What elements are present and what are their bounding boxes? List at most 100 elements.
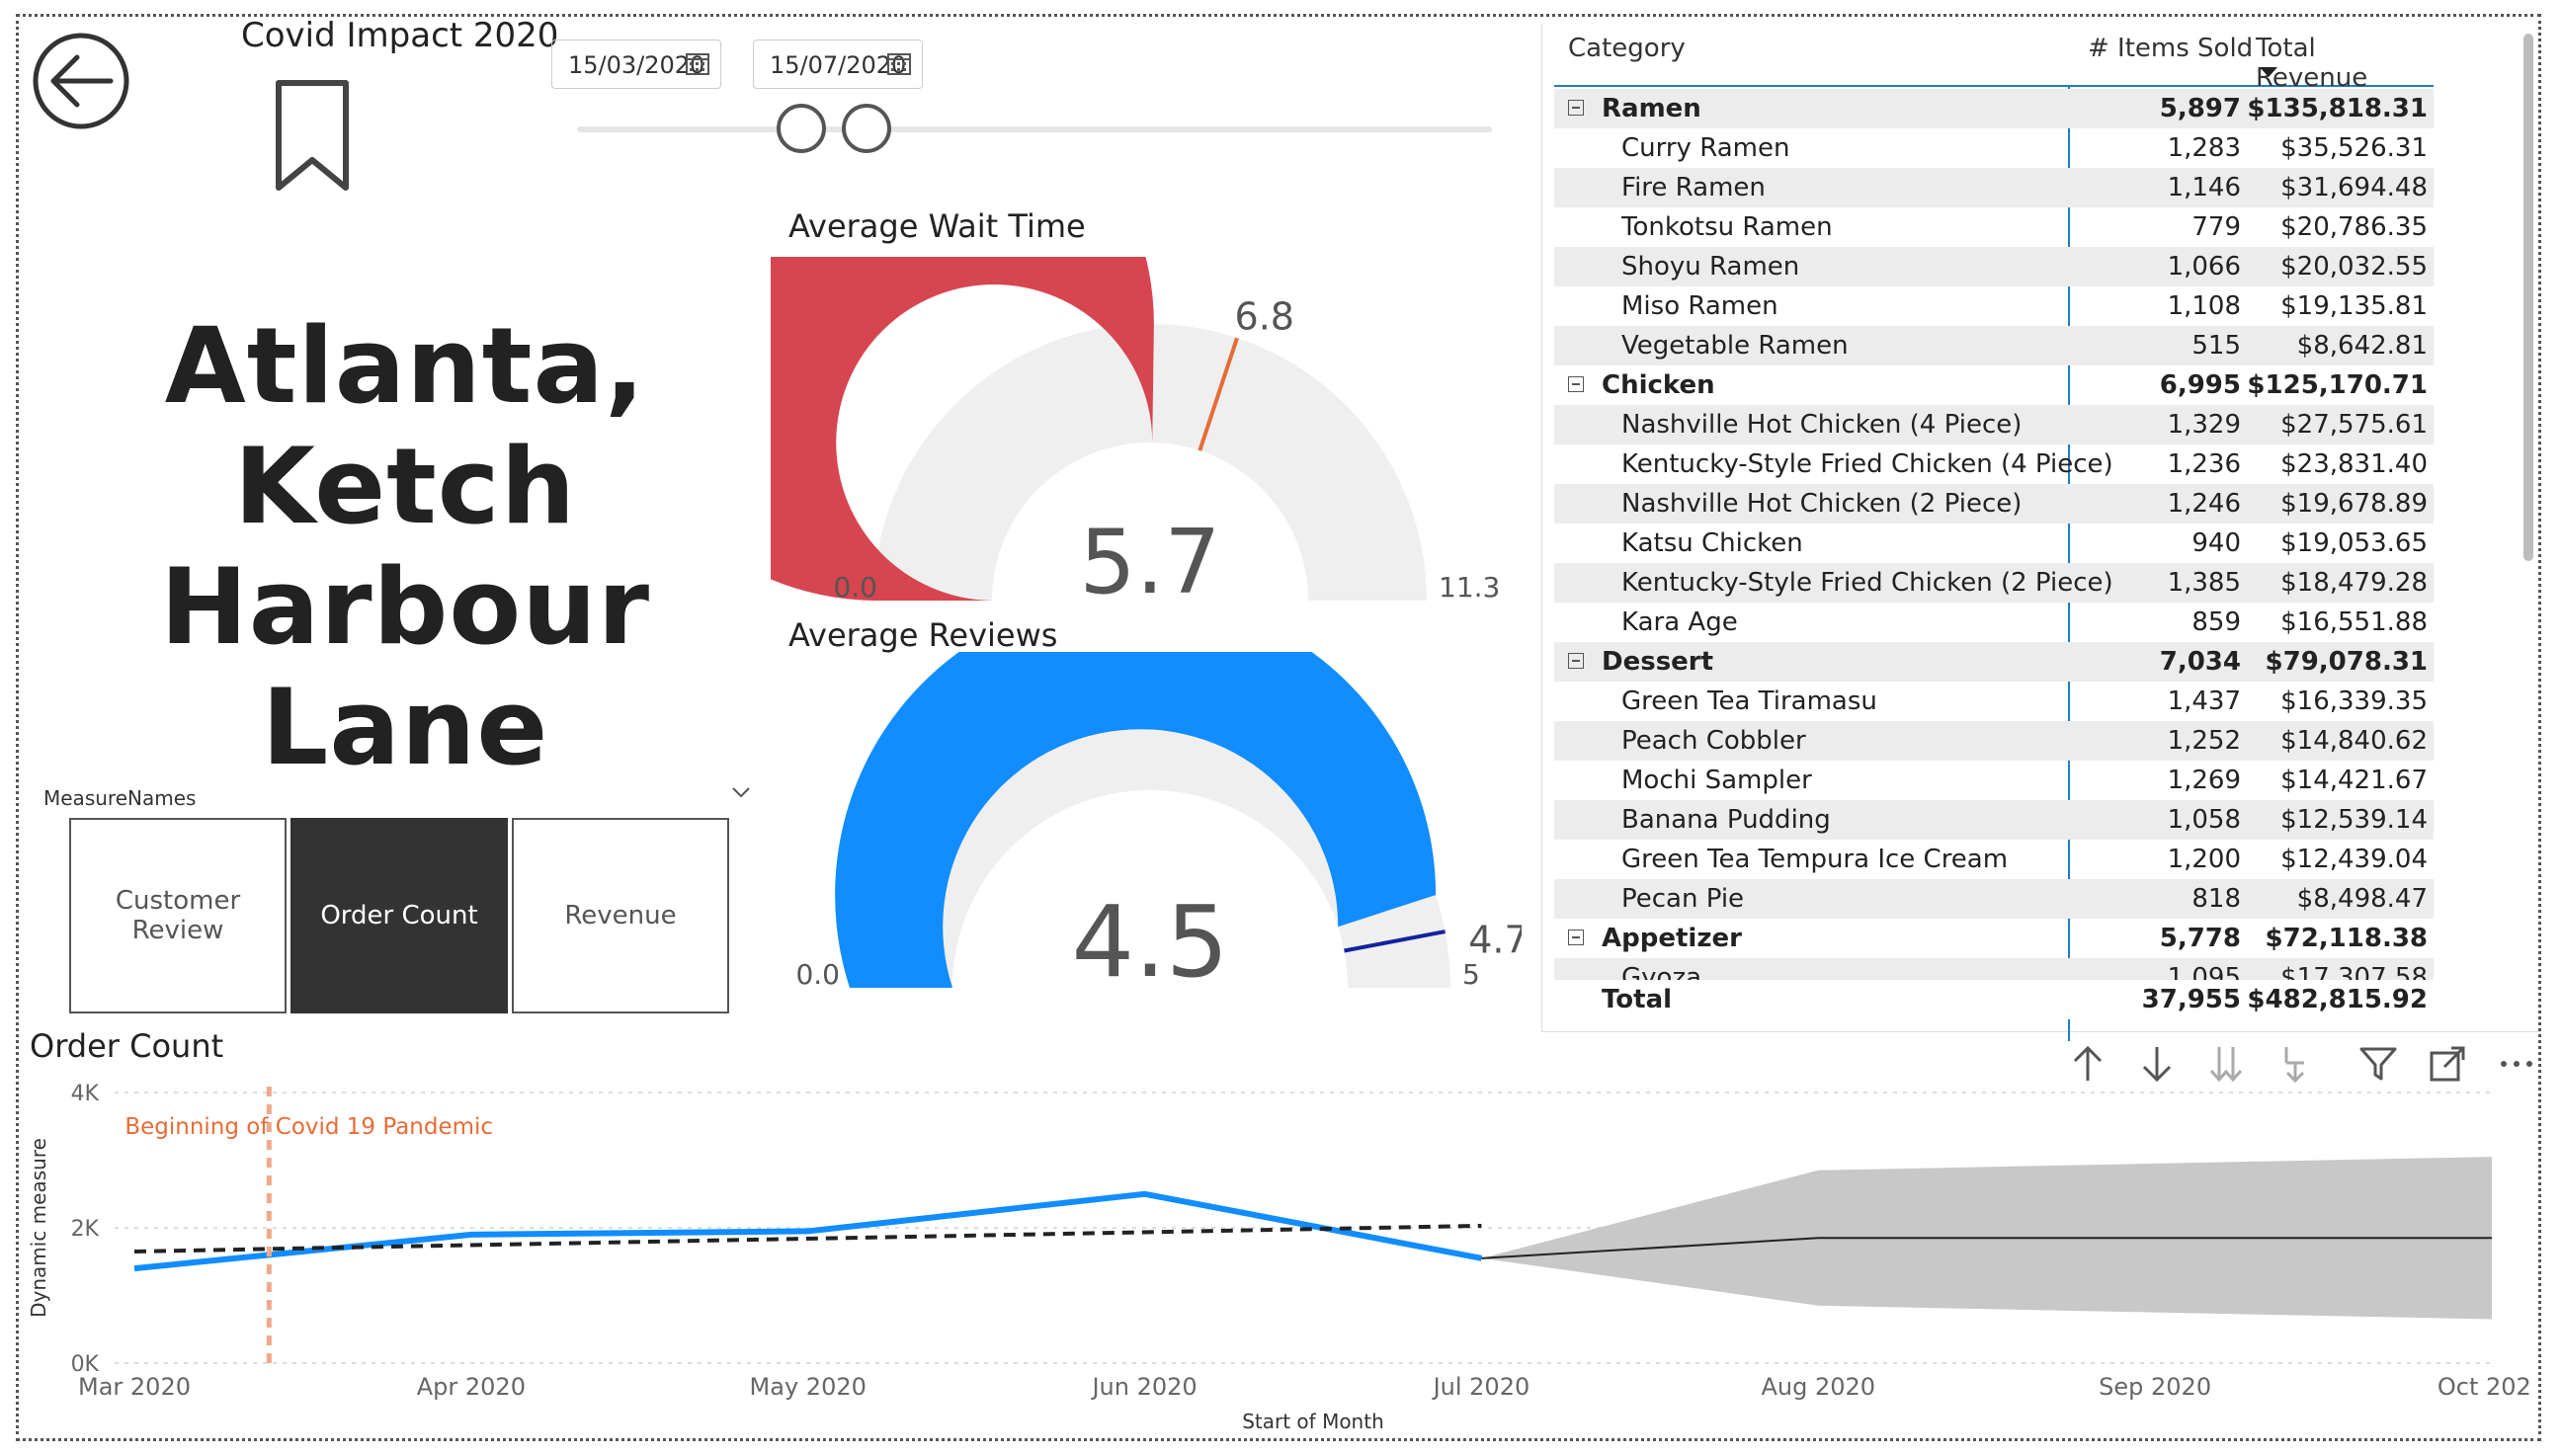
location-title: Atlanta, Ketch Harbour Lane — [160, 305, 650, 788]
items-sold-cell: 1,252 — [2167, 726, 2241, 756]
category-cell: Green Tea Tiramasu — [1621, 687, 1877, 716]
y-axis-title: Dynamic measure — [27, 1138, 50, 1318]
x-tick-label: Sep 2020 — [2099, 1373, 2211, 1401]
bookmark-icon[interactable] — [273, 79, 352, 194]
date-slider-end-handle[interactable] — [842, 104, 891, 153]
x-tick-label: Oct 2020 — [2438, 1373, 2529, 1401]
table-row[interactable]: Banana Pudding 1,058 $12,539.14 — [1554, 800, 2434, 840]
header-total-revenue[interactable]: Total Revenue — [2256, 34, 2434, 93]
order-count-line[interactable] — [133, 1190, 1482, 1272]
start-date-input[interactable]: 15/03/2020 — [551, 40, 721, 89]
revenue-cell: $14,840.62 — [2280, 726, 2428, 756]
table-row[interactable]: Kentucky-Style Fried Chicken (4 Piece) 1,… — [1554, 445, 2434, 484]
table-row[interactable]: Mochi Sampler 1,269 $14,421.67 — [1554, 761, 2434, 800]
table-row[interactable]: Peach Cobbler 1,252 $14,840.62 — [1554, 721, 2434, 761]
table-group-row[interactable]: Chicken 6,995 $125,170.71 — [1554, 365, 2434, 405]
back-arrow-icon[interactable] — [32, 32, 130, 130]
revenue-cell: $16,551.88 — [2280, 607, 2428, 637]
table-row[interactable]: Nashville Hot Chicken (4 Piece) 1,329 $27,… — [1554, 405, 2434, 445]
revenue-cell: $19,135.81 — [2280, 291, 2428, 321]
x-tick-label: May 2020 — [750, 1373, 867, 1401]
items-sold-cell: 1,066 — [2167, 252, 2241, 282]
table-row[interactable]: Green Tea Tempura Ice Cream 1,200 $12,439.… — [1554, 840, 2434, 879]
category-matrix-table: Category # Items Sold Total Revenue Rame… — [1541, 24, 2540, 1041]
collapse-icon[interactable] — [1568, 930, 1584, 945]
items-sold-cell: 1,437 — [2167, 687, 2241, 716]
category-cell: Chicken — [1602, 370, 1715, 400]
slicer-option-order-count[interactable]: Order Count — [290, 818, 508, 1013]
calendar-icon[interactable] — [886, 50, 912, 76]
collapse-icon[interactable] — [1568, 100, 1584, 116]
table-row[interactable]: Fire Ramen 1,146 $31,694.48 — [1554, 168, 2434, 207]
table-row[interactable]: Kara Age 859 $16,551.88 — [1554, 603, 2434, 642]
category-cell: Kara Age — [1621, 607, 1738, 637]
slicer-option-customer-review[interactable]: Customer Review — [69, 818, 287, 1013]
category-cell: Vegetable Ramen — [1621, 331, 1849, 361]
y-tick-label: 4K — [71, 1082, 100, 1106]
end-date-input[interactable]: 15/07/2020 — [753, 40, 923, 89]
header-items-sold[interactable]: # Items Sold — [2088, 34, 2253, 63]
annotation-label: Beginning of Covid 19 Pandemic — [124, 1114, 493, 1140]
y-tick-label: 2K — [71, 1217, 100, 1242]
gauge-target-label: 6.8 — [1235, 294, 1294, 338]
revenue-cell: $23,831.40 — [2280, 449, 2428, 479]
revenue-cell: $72,118.38 — [2265, 924, 2428, 953]
table-group-row[interactable]: Ramen 5,897 $135,818.31 — [1554, 89, 2434, 128]
revenue-cell: $79,078.31 — [2265, 647, 2428, 677]
items-sold-cell: 1,146 — [2167, 173, 2241, 202]
items-sold-cell: 7,034 — [2159, 647, 2241, 677]
date-slider-start-handle[interactable] — [777, 104, 826, 153]
table-row[interactable]: Vegetable Ramen 515 $8,642.81 — [1554, 326, 2434, 365]
chart-title: Order Count — [30, 1027, 224, 1065]
revenue-cell: $135,818.31 — [2247, 94, 2428, 123]
items-sold-cell: 6,995 — [2159, 370, 2241, 400]
category-cell: Pecan Pie — [1621, 884, 1745, 914]
category-cell: Dessert — [1602, 647, 1714, 677]
calendar-icon[interactable] — [685, 50, 710, 76]
items-sold-cell: 1,108 — [2167, 291, 2241, 321]
revenue-cell: $27,575.61 — [2280, 410, 2428, 440]
table-row[interactable]: Katsu Chicken 940 $19,053.65 — [1554, 524, 2434, 563]
revenue-cell: $8,498.47 — [2296, 884, 2428, 914]
category-cell: Fire Ramen — [1621, 173, 1766, 202]
revenue-cell: $125,170.71 — [2247, 370, 2428, 400]
collapse-icon[interactable] — [1568, 376, 1584, 392]
chevron-down-icon[interactable] — [731, 784, 751, 800]
category-cell: Curry Ramen — [1621, 133, 1790, 163]
gauge-min-label: 0.0 — [795, 958, 840, 991]
table-group-row[interactable]: Dessert 7,034 $79,078.31 — [1554, 642, 2434, 682]
x-tick-label: Mar 2020 — [78, 1373, 191, 1401]
date-range-slider-track[interactable] — [577, 126, 1492, 132]
gauge-value: 4.5 — [1071, 884, 1228, 1000]
collapse-icon[interactable] — [1568, 653, 1584, 669]
sort-descending-icon — [2260, 67, 2277, 77]
table-row[interactable]: Nashville Hot Chicken (2 Piece) 1,246 $19,… — [1554, 484, 2434, 524]
revenue-cell: $19,053.65 — [2280, 528, 2428, 558]
x-tick-label: Jul 2020 — [1432, 1373, 1530, 1401]
slicer-option-revenue[interactable]: Revenue — [512, 818, 729, 1013]
items-sold-cell: 940 — [2191, 528, 2241, 558]
items-sold-cell: 1,236 — [2167, 449, 2241, 479]
category-cell: Appetizer — [1602, 924, 1742, 953]
revenue-cell: $18,479.28 — [2280, 568, 2428, 598]
revenue-cell: $20,786.35 — [2280, 212, 2428, 242]
category-cell: Miso Ramen — [1621, 291, 1778, 321]
table-total-row: Total 37,955 $482,815.92 — [1554, 980, 2434, 1019]
table-group-row[interactable]: Appetizer 5,778 $72,118.38 — [1554, 919, 2434, 958]
table-row[interactable]: Green Tea Tiramasu 1,437 $16,339.35 — [1554, 682, 2434, 721]
table-scrollbar[interactable] — [2523, 34, 2533, 561]
items-sold-cell: 1,200 — [2167, 845, 2241, 874]
reviews-gauge: 4.5 0.0 54.7 — [795, 652, 1522, 1000]
category-cell: Kentucky-Style Fried Chicken (4 Piece) — [1621, 449, 2113, 479]
table-row[interactable]: Shoyu Ramen 1,066 $20,032.55 — [1554, 247, 2434, 286]
table-row[interactable]: Curry Ramen 1,283 $35,526.31 — [1554, 128, 2434, 168]
category-cell: Peach Cobbler — [1621, 726, 1806, 756]
table-row[interactable]: Pecan Pie 818 $8,498.47 — [1554, 879, 2434, 919]
category-cell: Tonkotsu Ramen — [1621, 212, 1833, 242]
table-row[interactable]: Miso Ramen 1,108 $19,135.81 — [1554, 286, 2434, 326]
header-category[interactable]: Category — [1568, 34, 1686, 63]
table-row[interactable]: Tonkotsu Ramen 779 $20,786.35 — [1554, 207, 2434, 247]
revenue-cell: $14,421.67 — [2280, 766, 2428, 795]
category-cell: Katsu Chicken — [1621, 528, 1803, 558]
table-row[interactable]: Kentucky-Style Fried Chicken (2 Piece) 1,… — [1554, 563, 2434, 603]
